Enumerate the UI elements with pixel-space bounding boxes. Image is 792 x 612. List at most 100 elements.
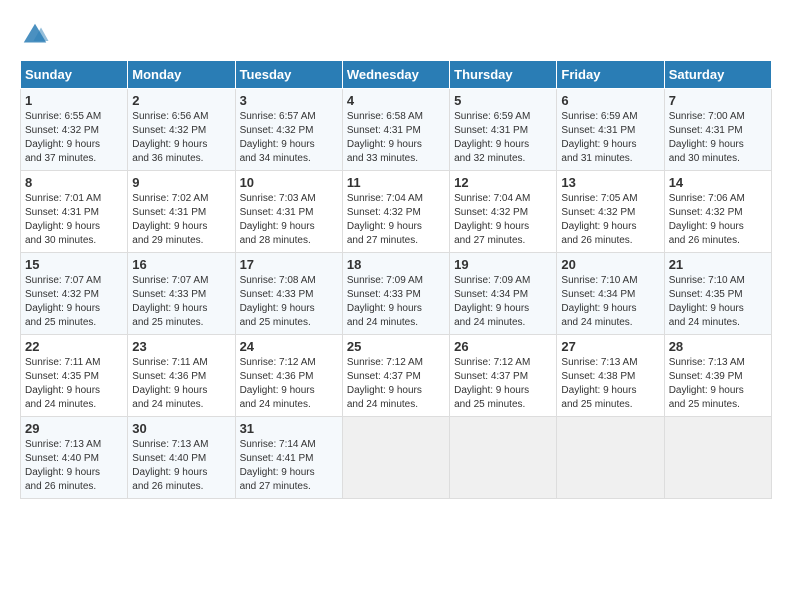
calendar-cell: 8 Sunrise: 7:01 AM Sunset: 4:31 PM Daylig… [21, 171, 128, 253]
day-number: 21 [669, 257, 767, 272]
calendar-cell: 29 Sunrise: 7:13 AM Sunset: 4:40 PM Dayli… [21, 417, 128, 499]
calendar-cell [664, 417, 771, 499]
calendar-cell: 2 Sunrise: 6:56 AM Sunset: 4:32 PM Daylig… [128, 89, 235, 171]
day-number: 10 [240, 175, 338, 190]
header-thursday: Thursday [450, 61, 557, 89]
calendar-cell: 31Sunrise: 7:14 AM Sunset: 4:41 PM Dayli… [235, 417, 342, 499]
day-info: Sunrise: 7:10 AM Sunset: 4:34 PM Dayligh… [561, 274, 659, 330]
calendar-cell: 14Sunrise: 7:06 AM Sunset: 4:32 PM Dayli… [664, 171, 771, 253]
day-info: Sunrise: 6:58 AM Sunset: 4:31 PM Dayligh… [347, 110, 445, 166]
day-info: Sunrise: 7:12 AM Sunset: 4:37 PM Dayligh… [454, 356, 552, 412]
day-info: Sunrise: 6:59 AM Sunset: 4:31 PM Dayligh… [561, 110, 659, 166]
day-info: Sunrise: 7:11 AM Sunset: 4:36 PM Dayligh… [132, 356, 230, 412]
logo-icon [20, 20, 50, 50]
calendar-cell: 6 Sunrise: 6:59 AM Sunset: 4:31 PM Daylig… [557, 89, 664, 171]
day-info: Sunrise: 7:04 AM Sunset: 4:32 PM Dayligh… [454, 192, 552, 248]
day-number: 22 [25, 339, 123, 354]
calendar-cell: 12 Sunrise: 7:04 AM Sunset: 4:32 PM Dayli… [450, 171, 557, 253]
day-number: 9 [132, 175, 230, 190]
header-monday: Monday [128, 61, 235, 89]
day-number: 5 [454, 93, 552, 108]
calendar-cell: 9 Sunrise: 7:02 AM Sunset: 4:31 PM Daylig… [128, 171, 235, 253]
calendar-cell [342, 417, 449, 499]
header-sunday: Sunday [21, 61, 128, 89]
calendar-week-2: 8 Sunrise: 7:01 AM Sunset: 4:31 PM Daylig… [21, 171, 772, 253]
day-info: Sunrise: 7:13 AM Sunset: 4:39 PM Dayligh… [669, 356, 767, 412]
calendar-cell: 15 Sunrise: 7:07 AM Sunset: 4:32 PM Dayli… [21, 253, 128, 335]
day-info: Sunrise: 6:57 AM Sunset: 4:32 PM Dayligh… [240, 110, 338, 166]
day-number: 27 [561, 339, 659, 354]
calendar-cell: 3 Sunrise: 6:57 AM Sunset: 4:32 PM Daylig… [235, 89, 342, 171]
day-info: Sunrise: 7:10 AM Sunset: 4:35 PM Dayligh… [669, 274, 767, 330]
calendar-cell: 23 Sunrise: 7:11 AM Sunset: 4:36 PM Dayli… [128, 335, 235, 417]
calendar-cell: 5 Sunrise: 6:59 AM Sunset: 4:31 PM Daylig… [450, 89, 557, 171]
day-number: 19 [454, 257, 552, 272]
day-number: 3 [240, 93, 338, 108]
day-number: 18 [347, 257, 445, 272]
day-number: 11 [347, 175, 445, 190]
calendar-cell [450, 417, 557, 499]
day-number: 14 [669, 175, 767, 190]
day-number: 28 [669, 339, 767, 354]
day-info: Sunrise: 7:07 AM Sunset: 4:32 PM Dayligh… [25, 274, 123, 330]
day-number: 20 [561, 257, 659, 272]
calendar-cell [557, 417, 664, 499]
calendar-week-3: 15 Sunrise: 7:07 AM Sunset: 4:32 PM Dayli… [21, 253, 772, 335]
day-number: 30 [132, 421, 230, 436]
day-info: Sunrise: 6:56 AM Sunset: 4:32 PM Dayligh… [132, 110, 230, 166]
calendar-cell: 25 Sunrise: 7:12 AM Sunset: 4:37 PM Dayli… [342, 335, 449, 417]
calendar-cell: 28 Sunrise: 7:13 AM Sunset: 4:39 PM Dayli… [664, 335, 771, 417]
day-info: Sunrise: 7:13 AM Sunset: 4:40 PM Dayligh… [25, 438, 123, 494]
header-wednesday: Wednesday [342, 61, 449, 89]
day-number: 24 [240, 339, 338, 354]
day-number: 23 [132, 339, 230, 354]
day-number: 4 [347, 93, 445, 108]
calendar-cell: 22 Sunrise: 7:11 AM Sunset: 4:35 PM Dayli… [21, 335, 128, 417]
calendar-cell: 30 Sunrise: 7:13 AM Sunset: 4:40 PM Dayli… [128, 417, 235, 499]
calendar-cell: 10 Sunrise: 7:03 AM Sunset: 4:31 PM Dayli… [235, 171, 342, 253]
calendar-cell: 19 Sunrise: 7:09 AM Sunset: 4:34 PM Dayli… [450, 253, 557, 335]
calendar-cell: 7 Sunrise: 7:00 AM Sunset: 4:31 PM Daylig… [664, 89, 771, 171]
calendar-cell: 17 Sunrise: 7:08 AM Sunset: 4:33 PM Dayli… [235, 253, 342, 335]
calendar-week-4: 22 Sunrise: 7:11 AM Sunset: 4:35 PM Dayli… [21, 335, 772, 417]
day-info: Sunrise: 7:12 AM Sunset: 4:37 PM Dayligh… [347, 356, 445, 412]
day-info: Sunrise: 7:01 AM Sunset: 4:31 PM Dayligh… [25, 192, 123, 248]
day-info: Sunrise: 6:55 AM Sunset: 4:32 PM Dayligh… [25, 110, 123, 166]
day-info: Sunrise: 7:14 AM Sunset: 4:41 PM Dayligh… [240, 438, 338, 494]
day-info: Sunrise: 7:00 AM Sunset: 4:31 PM Dayligh… [669, 110, 767, 166]
header-saturday: Saturday [664, 61, 771, 89]
day-number: 12 [454, 175, 552, 190]
day-number: 16 [132, 257, 230, 272]
calendar-cell: 13Sunrise: 7:05 AM Sunset: 4:32 PM Dayli… [557, 171, 664, 253]
calendar-cell: 11Sunrise: 7:04 AM Sunset: 4:32 PM Dayli… [342, 171, 449, 253]
header-friday: Friday [557, 61, 664, 89]
day-info: Sunrise: 6:59 AM Sunset: 4:31 PM Dayligh… [454, 110, 552, 166]
day-info: Sunrise: 7:09 AM Sunset: 4:34 PM Dayligh… [454, 274, 552, 330]
calendar-week-1: 1 Sunrise: 6:55 AM Sunset: 4:32 PM Daylig… [21, 89, 772, 171]
day-number: 15 [25, 257, 123, 272]
day-number: 2 [132, 93, 230, 108]
calendar-cell: 26Sunrise: 7:12 AM Sunset: 4:37 PM Dayli… [450, 335, 557, 417]
day-number: 25 [347, 339, 445, 354]
day-number: 17 [240, 257, 338, 272]
day-info: Sunrise: 7:02 AM Sunset: 4:31 PM Dayligh… [132, 192, 230, 248]
day-number: 8 [25, 175, 123, 190]
calendar-cell: 20 Sunrise: 7:10 AM Sunset: 4:34 PM Dayli… [557, 253, 664, 335]
day-info: Sunrise: 7:03 AM Sunset: 4:31 PM Dayligh… [240, 192, 338, 248]
day-info: Sunrise: 7:07 AM Sunset: 4:33 PM Dayligh… [132, 274, 230, 330]
header-tuesday: Tuesday [235, 61, 342, 89]
calendar-week-5: 29 Sunrise: 7:13 AM Sunset: 4:40 PM Dayli… [21, 417, 772, 499]
calendar-cell: 4 Sunrise: 6:58 AM Sunset: 4:31 PM Daylig… [342, 89, 449, 171]
calendar-cell: 18Sunrise: 7:09 AM Sunset: 4:33 PM Dayli… [342, 253, 449, 335]
calendar-header-row: SundayMondayTuesdayWednesdayThursdayFrid… [21, 61, 772, 89]
day-number: 29 [25, 421, 123, 436]
day-info: Sunrise: 7:08 AM Sunset: 4:33 PM Dayligh… [240, 274, 338, 330]
day-info: Sunrise: 7:11 AM Sunset: 4:35 PM Dayligh… [25, 356, 123, 412]
logo [20, 20, 54, 50]
day-info: Sunrise: 7:13 AM Sunset: 4:40 PM Dayligh… [132, 438, 230, 494]
calendar-cell: 27Sunrise: 7:13 AM Sunset: 4:38 PM Dayli… [557, 335, 664, 417]
day-number: 6 [561, 93, 659, 108]
day-number: 1 [25, 93, 123, 108]
page-header [20, 20, 772, 50]
day-number: 7 [669, 93, 767, 108]
